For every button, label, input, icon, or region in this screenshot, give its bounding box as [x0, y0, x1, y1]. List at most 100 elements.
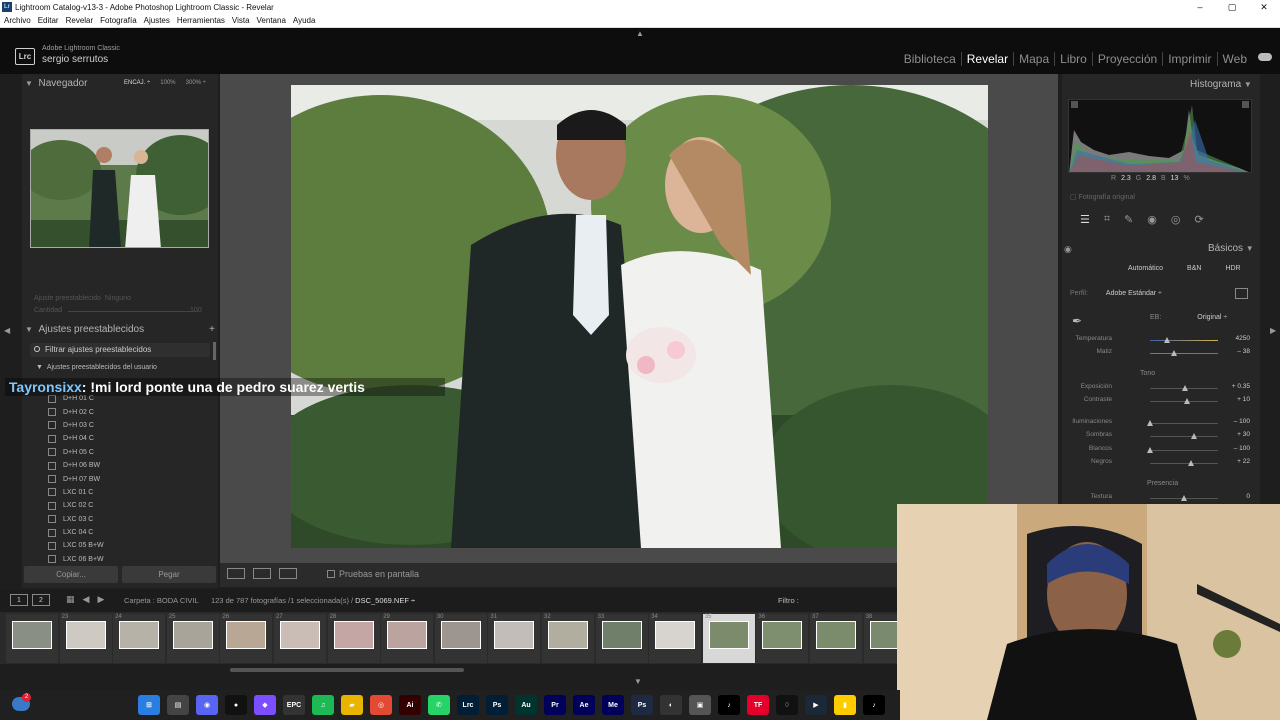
frame-thumbnail[interactable] — [387, 621, 428, 649]
frame-thumbnail[interactable] — [119, 621, 160, 649]
copy-button[interactable]: Copiar... — [24, 566, 118, 583]
menu-fotografia[interactable]: Fotografía — [100, 16, 136, 25]
cloud-icon[interactable] — [1258, 53, 1272, 61]
taskbar-app-icon[interactable]: ◐ — [660, 695, 682, 715]
taskbar-app-icon[interactable]: ◉ — [196, 695, 218, 715]
menu-archivo[interactable]: Archivo — [4, 16, 31, 25]
zoom-100[interactable]: 100% — [160, 80, 175, 86]
grid-icon[interactable]: ▦ — [66, 594, 75, 605]
taskbar-app-icon[interactable]: Ae — [573, 695, 595, 715]
before-after-icon[interactable] — [253, 568, 271, 579]
masking-icon[interactable]: ◎ — [1171, 213, 1181, 226]
preset-item[interactable]: D+H 06 BW — [48, 459, 208, 472]
taskbar-app-icon[interactable]: ● — [225, 695, 247, 715]
histogram-header[interactable]: Histograma ▼ — [1190, 79, 1252, 90]
slider-negros[interactable]: Negros + 22 — [1070, 458, 1250, 470]
slider-value[interactable]: – 100 — [1234, 418, 1250, 425]
slider-blancos[interactable]: Blancos – 100 — [1070, 445, 1250, 457]
preset-item[interactable]: LXC 06 B+W — [48, 553, 208, 566]
taskbar-app-icon[interactable]: ▣ — [689, 695, 711, 715]
filmstrip-frame[interactable]: 24 — [113, 614, 166, 663]
edit-sliders-icon[interactable]: ☰ — [1080, 213, 1090, 226]
taskbar-app-icon[interactable]: ✆ — [428, 695, 450, 715]
slider-track[interactable] — [1150, 353, 1218, 354]
filmstrip-frame[interactable]: 29 — [381, 614, 434, 663]
slider-value[interactable]: 4250 — [1236, 335, 1250, 342]
taskbar-app-icon[interactable]: Ps — [486, 695, 508, 715]
frame-thumbnail[interactable] — [226, 621, 267, 649]
menu-ventana[interactable]: Ventana — [257, 16, 286, 25]
eyedropper-icon[interactable]: ✒ — [1072, 314, 1082, 328]
preset-item[interactable]: D+H 04 C — [48, 432, 208, 445]
module-proyeccion[interactable]: Proyección — [1093, 52, 1164, 66]
collapse-bottom-icon[interactable]: ▼ — [634, 677, 642, 686]
filmstrip-frame[interactable]: 25 — [166, 614, 219, 663]
module-web[interactable]: Web — [1218, 52, 1252, 66]
filmstrip-frame[interactable] — [6, 614, 58, 663]
slider-temperatura[interactable]: Temperatura 4250 — [1070, 335, 1250, 347]
taskbar-app-icon[interactable]: ▤ — [167, 695, 189, 715]
taskbar-app-icon[interactable]: Pr — [544, 695, 566, 715]
red-eye-icon[interactable]: ◉ — [1147, 213, 1157, 226]
slider-value[interactable]: + 22 — [1237, 458, 1250, 465]
taskbar-app-icon[interactable]: Au — [515, 695, 537, 715]
frame-thumbnail[interactable] — [708, 621, 749, 649]
treatment-hdr[interactable]: HDR — [1225, 265, 1240, 272]
module-revelar[interactable]: Revelar — [962, 52, 1015, 66]
taskbar-app-icon[interactable]: ◆ — [254, 695, 276, 715]
white-balance-row[interactable]: EB: Original ÷ — [1150, 314, 1227, 321]
collapse-top-icon[interactable]: ▲ — [636, 29, 644, 38]
filmstrip-frame[interactable]: 23 — [59, 614, 112, 663]
filmstrip-frame[interactable]: 30 — [434, 614, 487, 663]
preset-item[interactable]: D+H 02 C — [48, 405, 208, 418]
paste-button[interactable]: Pegar — [122, 566, 216, 583]
checkbox-icon[interactable] — [327, 570, 335, 578]
healing-icon[interactable]: ✎ — [1124, 213, 1133, 226]
menu-ajustes[interactable]: Ajustes — [144, 16, 170, 25]
slider-iluminaciones[interactable]: Iluminaciones – 100 — [1070, 418, 1250, 430]
slider-sombras[interactable]: Sombras + 30 — [1070, 431, 1250, 443]
softproof-toggle[interactable]: Pruebas en pantalla — [327, 569, 419, 579]
module-imprimir[interactable]: Imprimir — [1163, 52, 1218, 66]
slider-thumb[interactable] — [1181, 495, 1187, 501]
preset-item[interactable]: D+H 03 C — [48, 419, 208, 432]
filmstrip-frame[interactable]: 27 — [274, 614, 326, 663]
taskbar-app-icon[interactable]: ♪ — [718, 695, 740, 715]
right-panel-toggle-icon[interactable]: ▶ — [1270, 326, 1276, 335]
crop-icon[interactable]: ⌗ — [1104, 213, 1110, 226]
left-scrollbar[interactable] — [213, 342, 216, 360]
forward-arrow-icon[interactable]: ▶ — [97, 594, 104, 605]
minimize-button[interactable]: – — [1184, 0, 1216, 14]
second-window-button[interactable]: 2 — [32, 594, 50, 606]
preset-filter-input[interactable]: Filtrar ajustes preestablecidos — [30, 343, 210, 357]
frame-thumbnail[interactable] — [440, 621, 481, 649]
back-arrow-icon[interactable]: ◀ — [83, 594, 90, 605]
slider-thumb[interactable] — [1191, 433, 1198, 439]
filmstrip-frame[interactable]: 33 — [595, 614, 648, 663]
frame-thumbnail[interactable] — [548, 621, 588, 649]
frame-thumbnail[interactable] — [333, 621, 374, 649]
frame-thumbnail[interactable] — [601, 621, 642, 649]
basics-header[interactable]: Básicos ▼ — [1208, 243, 1254, 254]
slider-thumb[interactable] — [1188, 460, 1195, 466]
slider-value[interactable]: + 10 — [1237, 396, 1250, 403]
profile-browser-icon[interactable] — [1235, 288, 1248, 299]
maximize-button[interactable]: ▢ — [1216, 0, 1248, 14]
slider-thumb[interactable] — [1147, 420, 1153, 426]
frame-thumbnail[interactable] — [12, 621, 52, 649]
before-after-split-icon[interactable] — [279, 568, 297, 579]
module-biblioteca[interactable]: Biblioteca — [899, 52, 962, 66]
filmstrip-frame[interactable]: 36 — [756, 614, 809, 663]
filmstrip-frame[interactable]: 34 — [649, 614, 702, 663]
menu-revelar[interactable]: Revelar — [66, 16, 94, 25]
left-panel-toggle-icon[interactable]: ◀ — [4, 326, 10, 335]
filmstrip-frame[interactable]: 32 — [542, 614, 594, 663]
taskbar-app-icon[interactable]: ⊞ — [138, 695, 160, 715]
preset-item[interactable]: D+H 07 BW — [48, 472, 208, 485]
menu-ayuda[interactable]: Ayuda — [293, 16, 316, 25]
filmstrip-frame[interactable]: 26 — [220, 614, 273, 663]
navigator-header[interactable]: ▼ Navegador — [25, 78, 87, 89]
taskbar-app-icon[interactable]: ♪ — [863, 695, 885, 715]
highlight-clip-icon[interactable] — [1242, 101, 1249, 108]
frame-thumbnail[interactable] — [762, 621, 803, 649]
